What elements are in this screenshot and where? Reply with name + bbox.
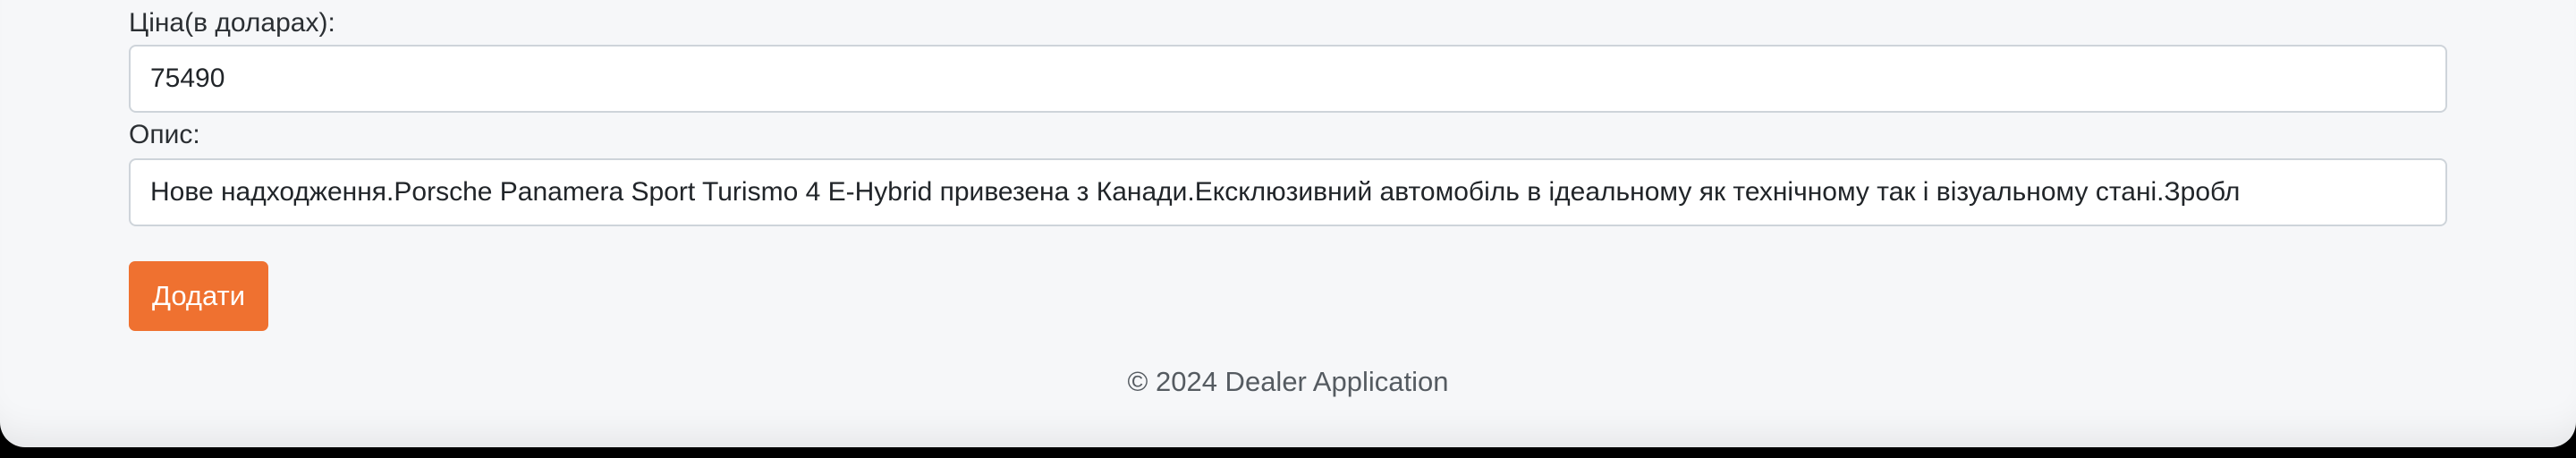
description-input[interactable] xyxy=(129,158,2447,226)
page: Ціна(в доларах): Опис: Додати © 2024 Dea… xyxy=(0,0,2576,447)
footer-copyright: © 2024 Dealer Application xyxy=(1127,366,1449,397)
price-label: Ціна(в доларах): xyxy=(129,8,335,38)
description-label: Опис: xyxy=(129,120,200,149)
price-input[interactable] xyxy=(129,45,2447,113)
add-button[interactable]: Додати xyxy=(129,261,269,331)
